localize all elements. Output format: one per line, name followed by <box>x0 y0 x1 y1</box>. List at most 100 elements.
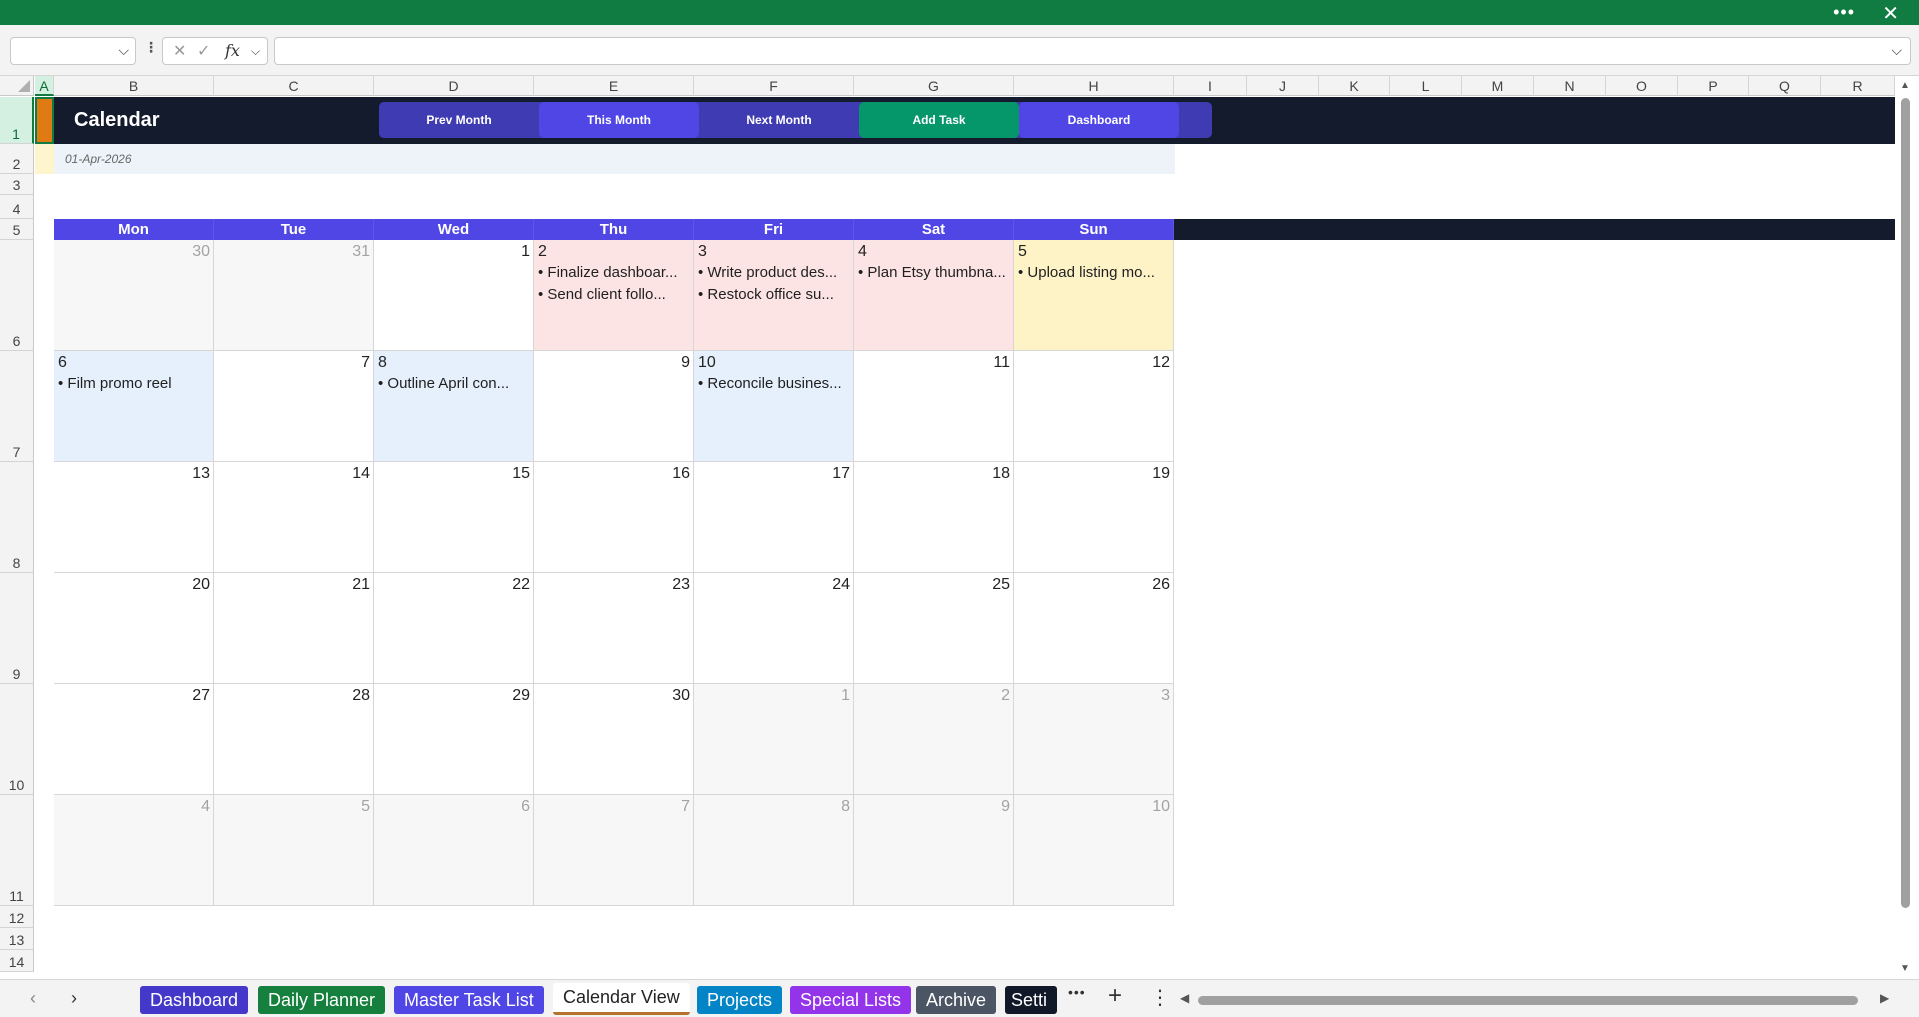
row-header-6[interactable]: 6 <box>0 240 34 351</box>
scroll-up-icon[interactable]: ▲ <box>1900 80 1910 91</box>
calendar-day-cell[interactable]: 30 <box>534 684 694 795</box>
row-header-9[interactable]: 9 <box>0 573 34 684</box>
row-header-11[interactable]: 11 <box>0 795 34 906</box>
prev-sheet-icon[interactable]: ‹ <box>30 988 36 1009</box>
selected-cell-a1[interactable] <box>35 97 54 144</box>
spreadsheet-grid[interactable]: ABCDEFGHIJKLMNOPQR 1 2 3 4 5 6 7 8 9 10 11 12 13 14 C… <box>0 76 1919 979</box>
column-header-a[interactable]: A <box>35 76 54 96</box>
calendar-day-cell[interactable]: 5 • Upload listing mo... <box>1014 240 1174 351</box>
calendar-day-cell[interactable]: 5 <box>214 795 374 906</box>
column-header-b[interactable]: B <box>54 76 214 96</box>
row-header-7[interactable]: 7 <box>0 351 34 462</box>
task-item[interactable]: • Reconcile busines... <box>698 375 842 392</box>
sheet-tab-calendar-view[interactable]: Calendar View <box>553 983 690 1015</box>
row-header-12[interactable]: 12 <box>0 906 34 928</box>
calendar-day-cell[interactable]: 3 • Write product des... • Restock office … <box>694 240 854 351</box>
task-item[interactable]: • Outline April con... <box>378 375 509 392</box>
calendar-day-cell[interactable]: 1 <box>374 240 534 351</box>
calendar-day-cell[interactable]: 10 • Reconcile busines... <box>694 351 854 462</box>
column-header-i[interactable]: I <box>1174 76 1247 96</box>
calendar-day-cell[interactable]: 4 <box>54 795 214 906</box>
calendar-day-cell[interactable]: 26 <box>1014 573 1174 684</box>
more-options-icon[interactable]: ••• <box>1833 2 1855 23</box>
calendar-day-cell[interactable]: 9 <box>534 351 694 462</box>
calendar-day-cell[interactable]: 12 <box>1014 351 1174 462</box>
scroll-right-icon[interactable]: ▶ <box>1880 991 1889 1005</box>
calendar-day-cell[interactable]: 6 <box>374 795 534 906</box>
this-month-button[interactable]: This Month <box>539 102 699 138</box>
column-header-e[interactable]: E <box>534 76 694 96</box>
vertical-scrollbar[interactable]: ▲ ▼ <box>1895 76 1919 979</box>
horizontal-scroll-thumb[interactable] <box>1198 996 1858 1005</box>
calendar-day-cell[interactable]: 28 <box>214 684 374 795</box>
calendar-day-cell[interactable]: 31 <box>214 240 374 351</box>
row-header-14[interactable]: 14 <box>0 950 34 972</box>
column-header-f[interactable]: F <box>694 76 854 96</box>
row-header-5[interactable]: 5 <box>0 219 34 240</box>
scroll-left-icon[interactable]: ◀ <box>1180 991 1189 1005</box>
calendar-day-cell[interactable]: 9 <box>854 795 1014 906</box>
calendar-day-cell[interactable]: 10 <box>1014 795 1174 906</box>
column-header-o[interactable]: O <box>1606 76 1678 96</box>
sheet-tab-daily-planner[interactable]: Daily Planner <box>258 986 386 1014</box>
row-header-10[interactable]: 10 <box>0 684 34 795</box>
sheet-tab-setti[interactable]: Setti <box>1005 986 1057 1014</box>
dashboard-button[interactable]: Dashboard <box>1019 102 1179 138</box>
expand-formula-icon[interactable]: ⌵ <box>1891 42 1902 59</box>
chevron-down-icon[interactable]: ⌵ <box>251 44 260 59</box>
calendar-day-cell[interactable]: 18 <box>854 462 1014 573</box>
column-header-k[interactable]: K <box>1319 76 1390 96</box>
sheet-tab-archive[interactable]: Archive <box>916 986 997 1014</box>
calendar-day-cell[interactable]: 8 <box>694 795 854 906</box>
name-box[interactable]: ⌵ <box>10 37 136 65</box>
column-header-g[interactable]: G <box>854 76 1014 96</box>
calendar-day-cell[interactable]: 19 <box>1014 462 1174 573</box>
calendar-day-cell[interactable]: 21 <box>214 573 374 684</box>
sheet-tab-master-task-list[interactable]: Master Task List <box>394 986 544 1014</box>
row-header-2[interactable]: 2 <box>0 144 34 174</box>
calendar-day-cell[interactable]: 8 • Outline April con... <box>374 351 534 462</box>
column-header-j[interactable]: J <box>1247 76 1319 96</box>
calendar-day-cell[interactable]: 2 • Finalize dashboar... • Send client fol… <box>534 240 694 351</box>
row-header-1[interactable]: 1 <box>0 97 34 144</box>
add-task-button[interactable]: Add Task <box>859 102 1019 138</box>
column-header-n[interactable]: N <box>1534 76 1606 96</box>
column-header-l[interactable]: L <box>1390 76 1462 96</box>
close-icon[interactable]: ✕ <box>1882 1 1899 26</box>
calendar-day-cell[interactable]: 7 <box>214 351 374 462</box>
calendar-day-cell[interactable]: 17 <box>694 462 854 573</box>
add-sheet-icon[interactable]: + <box>1108 982 1122 1010</box>
vertical-scroll-thumb[interactable] <box>1901 98 1910 908</box>
column-header-m[interactable]: M <box>1462 76 1534 96</box>
calendar-day-cell[interactable]: 29 <box>374 684 534 795</box>
sheet-menu-icon[interactable]: ⋮ <box>1150 985 1170 1010</box>
calendar-day-cell[interactable]: 20 <box>54 573 214 684</box>
horizontal-scrollbar[interactable]: ◀ ▶ <box>1180 991 1892 1006</box>
sheet-tab-projects[interactable]: Projects <box>697 986 783 1014</box>
row-header-3[interactable]: 3 <box>0 174 34 195</box>
formula-options-icon[interactable]: ⋮ <box>144 39 158 56</box>
calendar-day-cell[interactable]: 7 <box>534 795 694 906</box>
enter-icon[interactable]: ✓ <box>197 41 210 61</box>
calendar-day-cell[interactable]: 1 <box>694 684 854 795</box>
calendar-day-cell[interactable]: 24 <box>694 573 854 684</box>
calendar-day-cell[interactable]: 4 • Plan Etsy thumbna... <box>854 240 1014 351</box>
task-item[interactable]: • Plan Etsy thumbna... <box>858 264 1006 281</box>
calendar-day-cell[interactable]: 23 <box>534 573 694 684</box>
task-item[interactable]: • Write product des... <box>698 264 837 281</box>
calendar-day-cell[interactable]: 27 <box>54 684 214 795</box>
calendar-day-cell[interactable]: 3 <box>1014 684 1174 795</box>
column-header-c[interactable]: C <box>214 76 374 96</box>
calendar-day-cell[interactable]: 25 <box>854 573 1014 684</box>
calendar-day-cell[interactable]: 13 <box>54 462 214 573</box>
calendar-day-cell[interactable]: 6 • Film promo reel <box>54 351 214 462</box>
column-header-q[interactable]: Q <box>1749 76 1821 96</box>
next-month-button[interactable]: Next Month <box>699 102 859 138</box>
column-header-d[interactable]: D <box>374 76 534 96</box>
task-item[interactable]: • Upload listing mo... <box>1018 264 1155 281</box>
column-header-h[interactable]: H <box>1014 76 1174 96</box>
task-item[interactable]: • Film promo reel <box>58 375 172 392</box>
cancel-icon[interactable]: ✕ <box>173 41 186 61</box>
scroll-down-icon[interactable]: ▼ <box>1900 963 1910 974</box>
calendar-day-cell[interactable]: 30 <box>54 240 214 351</box>
